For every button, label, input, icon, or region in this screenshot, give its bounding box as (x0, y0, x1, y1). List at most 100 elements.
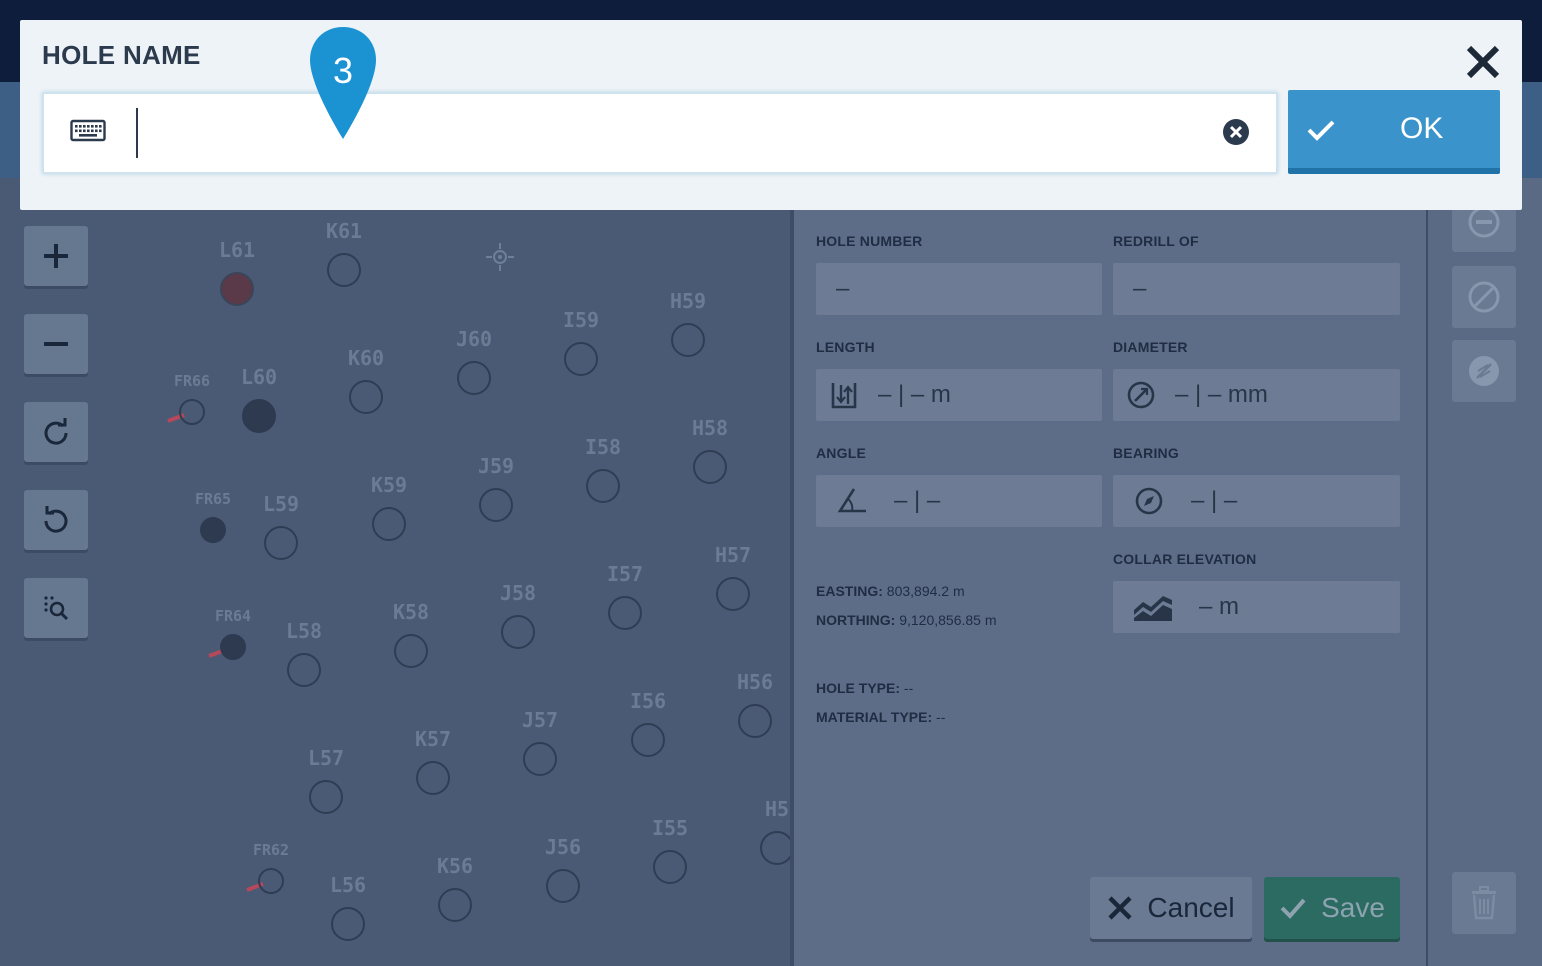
map-hole-h56[interactable]: H56 (737, 670, 773, 738)
map-hole-l56[interactable]: L56 (330, 873, 366, 941)
hole-marker[interactable] (264, 526, 298, 560)
hole-marker[interactable] (372, 507, 406, 541)
hole-marker[interactable] (287, 653, 321, 687)
angle-field[interactable]: – | – (816, 475, 1102, 527)
map-hole-j58[interactable]: J58 (500, 581, 536, 649)
hole-marker[interactable] (331, 907, 365, 941)
hole-label: J56 (545, 835, 581, 859)
zoom-out-button[interactable] (24, 314, 88, 374)
hole-marker[interactable] (457, 361, 491, 395)
map-hole-j57[interactable]: J57 (522, 708, 558, 776)
hole-label: L56 (330, 873, 366, 897)
hole-map-canvas[interactable]: L61 K61 J60 I59 H59 L60 K60 FR66 J59 I58 H58 FR65 L5… (0, 178, 790, 966)
map-hole-k58[interactable]: K58 (393, 600, 429, 668)
map-hole-i55[interactable]: I55 (652, 816, 688, 884)
map-hole-k59[interactable]: K59 (371, 473, 407, 541)
hole-marker[interactable] (416, 761, 450, 795)
hole-marker[interactable] (327, 253, 361, 287)
hole-marker[interactable] (546, 869, 580, 903)
redrill-of-field[interactable]: – (1113, 263, 1400, 315)
hole-marker[interactable] (501, 615, 535, 649)
clear-input-icon[interactable] (1222, 118, 1250, 146)
map-hole-l60[interactable]: L60 (241, 365, 277, 433)
map-hole-h59[interactable]: H59 (670, 289, 706, 357)
hole-type-value: -- (903, 680, 914, 696)
map-hole-fr65[interactable]: FR65 (195, 490, 231, 543)
block-icon (1468, 281, 1500, 313)
hole-marker[interactable] (523, 742, 557, 776)
hole-marker[interactable] (693, 450, 727, 484)
hole-marker[interactable] (631, 723, 665, 757)
hole-marker[interactable] (349, 380, 383, 414)
hole-map[interactable]: L61 K61 J60 I59 H59 L60 K60 FR66 J59 I58 H58 FR65 L5… (0, 178, 790, 966)
map-hole-l57[interactable]: L57 (308, 746, 344, 814)
hole-marker[interactable] (179, 399, 205, 425)
diameter-icon (1113, 380, 1169, 410)
map-hole-k57[interactable]: K57 (415, 727, 451, 795)
map-hole-k60[interactable]: K60 (348, 346, 384, 414)
hole-marker[interactable] (438, 888, 472, 922)
hole-name-input[interactable] (144, 104, 1208, 162)
hole-marker[interactable] (738, 704, 772, 738)
map-hole-h58[interactable]: H58 (692, 416, 728, 484)
hole-marker[interactable] (242, 399, 276, 433)
hole-marker[interactable] (258, 868, 284, 894)
zoom-to-fit-button[interactable] (24, 578, 88, 638)
hole-label: L59 (263, 492, 299, 516)
map-hole-k61[interactable]: K61 (326, 219, 362, 287)
map-hole-i59[interactable]: I59 (563, 308, 599, 376)
diameter-value: – | – mm (1175, 381, 1268, 408)
zoom-in-button[interactable] (24, 226, 88, 286)
disable-button[interactable] (1452, 266, 1516, 328)
map-hole-j59[interactable]: J59 (478, 454, 514, 522)
hole-number-field[interactable]: – (816, 263, 1102, 315)
map-hole-i58[interactable]: I58 (585, 435, 621, 503)
easting-row: EASTING: 803,894.2 m (816, 583, 965, 599)
ok-button[interactable]: OK (1288, 90, 1500, 174)
hole-marker[interactable] (564, 342, 598, 376)
hole-marker[interactable] (220, 272, 254, 306)
map-hole-l61[interactable]: L61 (219, 238, 255, 306)
hole-marker[interactable] (586, 469, 620, 503)
map-hole-i56[interactable]: I56 (630, 689, 666, 757)
map-hole-i57[interactable]: I57 (607, 562, 643, 630)
hole-label: H58 (692, 416, 728, 440)
rotate-counterclockwise-button[interactable] (24, 490, 88, 550)
save-button[interactable]: Save (1264, 877, 1400, 939)
diameter-field[interactable]: – | – mm (1113, 369, 1400, 421)
hole-marker[interactable] (716, 577, 750, 611)
hole-name-input-wrapper[interactable] (42, 92, 1278, 174)
hole-marker[interactable] (653, 850, 687, 884)
hole-marker[interactable] (760, 831, 790, 865)
hole-label: I57 (607, 562, 643, 586)
collar-elevation-field[interactable]: – m (1113, 581, 1400, 633)
map-hole-j60[interactable]: J60 (456, 327, 492, 395)
hole-marker[interactable] (309, 780, 343, 814)
bearing-field[interactable]: – | – (1113, 475, 1400, 527)
map-hole-j56[interactable]: J56 (545, 835, 581, 903)
cancel-button[interactable]: Cancel (1090, 877, 1252, 939)
rotate-ccw-icon (44, 506, 68, 533)
map-hole-fr64[interactable]: FR64 (208, 607, 251, 660)
map-hole-fr66[interactable]: FR66 (167, 372, 210, 425)
map-hole-k56[interactable]: K56 (437, 854, 473, 922)
hole-marker[interactable] (220, 634, 246, 660)
map-hole-h57[interactable]: H57 (715, 543, 751, 611)
dialog-title: HOLE NAME (42, 40, 201, 70)
hole-label: J57 (522, 708, 558, 732)
hole-marker[interactable] (479, 488, 513, 522)
delete-button[interactable] (1452, 872, 1516, 934)
rotate-clockwise-button[interactable] (24, 402, 88, 462)
hole-marker[interactable] (671, 323, 705, 357)
hole-name-dialog: HOLE NAME OK (20, 20, 1522, 210)
hole-marker[interactable] (608, 596, 642, 630)
map-hole-l59[interactable]: L59 (263, 492, 299, 560)
close-dialog-button[interactable] (1463, 42, 1503, 82)
map-hole-h5[interactable]: H5 (760, 797, 790, 865)
hole-marker[interactable] (394, 634, 428, 668)
hole-marker[interactable] (200, 517, 226, 543)
map-hole-fr62[interactable]: FR62 (246, 841, 289, 894)
length-field[interactable]: – | – m (816, 369, 1102, 421)
map-hole-l58[interactable]: L58 (286, 619, 322, 687)
redrill-button[interactable] (1452, 340, 1516, 402)
